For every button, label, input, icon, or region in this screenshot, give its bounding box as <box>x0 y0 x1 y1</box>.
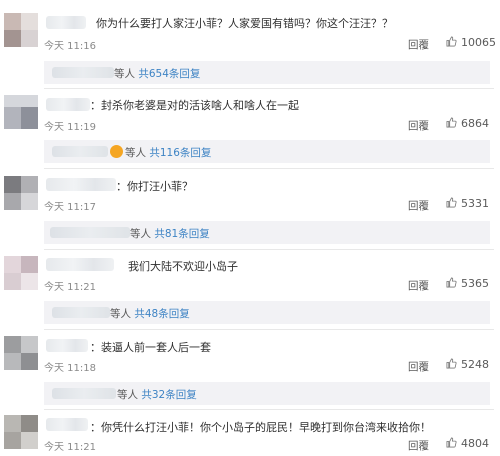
avatar[interactable] <box>4 415 38 449</box>
thumbs-up-icon <box>446 437 457 448</box>
sub-replies-text[interactable]: 等人 共48条回复 <box>110 306 190 321</box>
sub-replies-bar[interactable]: 等人 共48条回复 <box>44 301 490 324</box>
divider <box>44 409 494 410</box>
divider <box>44 88 494 89</box>
thumbs-up-icon <box>446 197 457 208</box>
thumbs-up-icon <box>446 277 457 288</box>
reply-button[interactable]: 回覆 <box>408 37 429 52</box>
like-count: 5331 <box>461 197 489 210</box>
reply-button[interactable]: 回覆 <box>408 118 429 133</box>
comment-time: 今天 11:21 <box>44 442 96 453</box>
comment-time: 今天 11:18 <box>44 363 96 374</box>
avatar[interactable] <box>4 95 38 129</box>
thumbs-up-icon <box>446 358 457 369</box>
like-button[interactable]: 5331 <box>446 197 489 210</box>
comment-time: 今天 11:21 <box>44 282 96 293</box>
sub-replies-bar[interactable]: 等人 共32条回复 <box>44 382 490 405</box>
like-count: 4804 <box>461 437 489 450</box>
emoji-icon <box>110 145 123 158</box>
divider <box>44 249 494 250</box>
reply-button[interactable]: 回覆 <box>408 359 429 374</box>
divider <box>44 168 494 169</box>
comment-text: ：你凭什么打汪小菲！你个小岛子的屁民！早晚打到你台湾来收拾你！ <box>90 421 431 434</box>
like-count: 6864 <box>461 117 489 130</box>
username-blurred[interactable] <box>46 339 88 352</box>
sub-replies-text[interactable]: 等人 共81条回复 <box>130 226 210 241</box>
username-blurred[interactable] <box>46 178 116 191</box>
sub-username-blurred <box>52 67 114 78</box>
comment-text: 我们大陆不欢迎小岛子 <box>128 260 238 273</box>
sub-replies-text[interactable]: 等人 共32条回复 <box>117 387 197 402</box>
username-blurred[interactable] <box>46 16 86 29</box>
like-button[interactable]: 10065 <box>446 36 496 49</box>
thumbs-up-icon <box>446 117 457 128</box>
comment-text: 你为什么要打人家汪小菲？人家爱国有错吗？你这个汪汪？？ <box>96 17 393 30</box>
like-button[interactable]: 5365 <box>446 277 489 290</box>
thumbs-up-icon <box>446 36 457 47</box>
sub-replies-text[interactable]: 等人 共654条回复 <box>114 66 200 81</box>
sub-replies-count[interactable]: 共32条回复 <box>141 389 196 401</box>
reply-button[interactable]: 回覆 <box>408 198 429 213</box>
comment-time: 今天 11:19 <box>44 122 96 133</box>
avatar[interactable] <box>4 176 38 210</box>
sub-replies-bar[interactable]: 等人 共654条回复 <box>44 61 490 84</box>
sub-username-blurred <box>52 146 108 157</box>
sub-replies-bar[interactable]: 等人 共81条回复 <box>44 221 490 244</box>
like-count: 10065 <box>461 36 496 49</box>
sub-replies-count[interactable]: 共81条回复 <box>154 228 209 240</box>
comment-time: 今天 11:16 <box>44 41 96 52</box>
sub-replies-count[interactable]: 共654条回复 <box>138 68 200 80</box>
sub-replies-count[interactable]: 共116条回复 <box>149 147 211 159</box>
divider <box>44 329 494 330</box>
like-button[interactable]: 5248 <box>446 358 489 371</box>
avatar[interactable] <box>4 13 38 47</box>
avatar[interactable] <box>4 256 38 290</box>
like-count: 5248 <box>461 358 489 371</box>
avatar[interactable] <box>4 336 38 370</box>
username-blurred[interactable] <box>46 98 90 111</box>
comment-time: 今天 11:17 <box>44 202 96 213</box>
comment-text: ：你打汪小菲？ <box>116 180 193 193</box>
username-blurred[interactable] <box>46 258 114 271</box>
comment-text: ：装逼人前一套人后一套 <box>90 341 211 354</box>
sub-username-blurred <box>52 388 116 399</box>
sub-username-blurred <box>52 307 110 318</box>
reply-button[interactable]: 回覆 <box>408 438 429 453</box>
reply-button[interactable]: 回覆 <box>408 278 429 293</box>
like-count: 5365 <box>461 277 489 290</box>
like-button[interactable]: 6864 <box>446 117 489 130</box>
like-button[interactable]: 4804 <box>446 437 489 450</box>
sub-replies-bar[interactable]: 等人 共116条回复 <box>44 140 490 163</box>
username-blurred[interactable] <box>46 418 88 431</box>
sub-replies-count[interactable]: 共48条回复 <box>134 308 189 320</box>
comment-text: ：封杀你老婆是对的活该啥人和啥人在一起 <box>90 99 299 112</box>
sub-replies-text[interactable]: 等人 共116条回复 <box>110 145 211 160</box>
sub-username-blurred <box>50 227 130 238</box>
